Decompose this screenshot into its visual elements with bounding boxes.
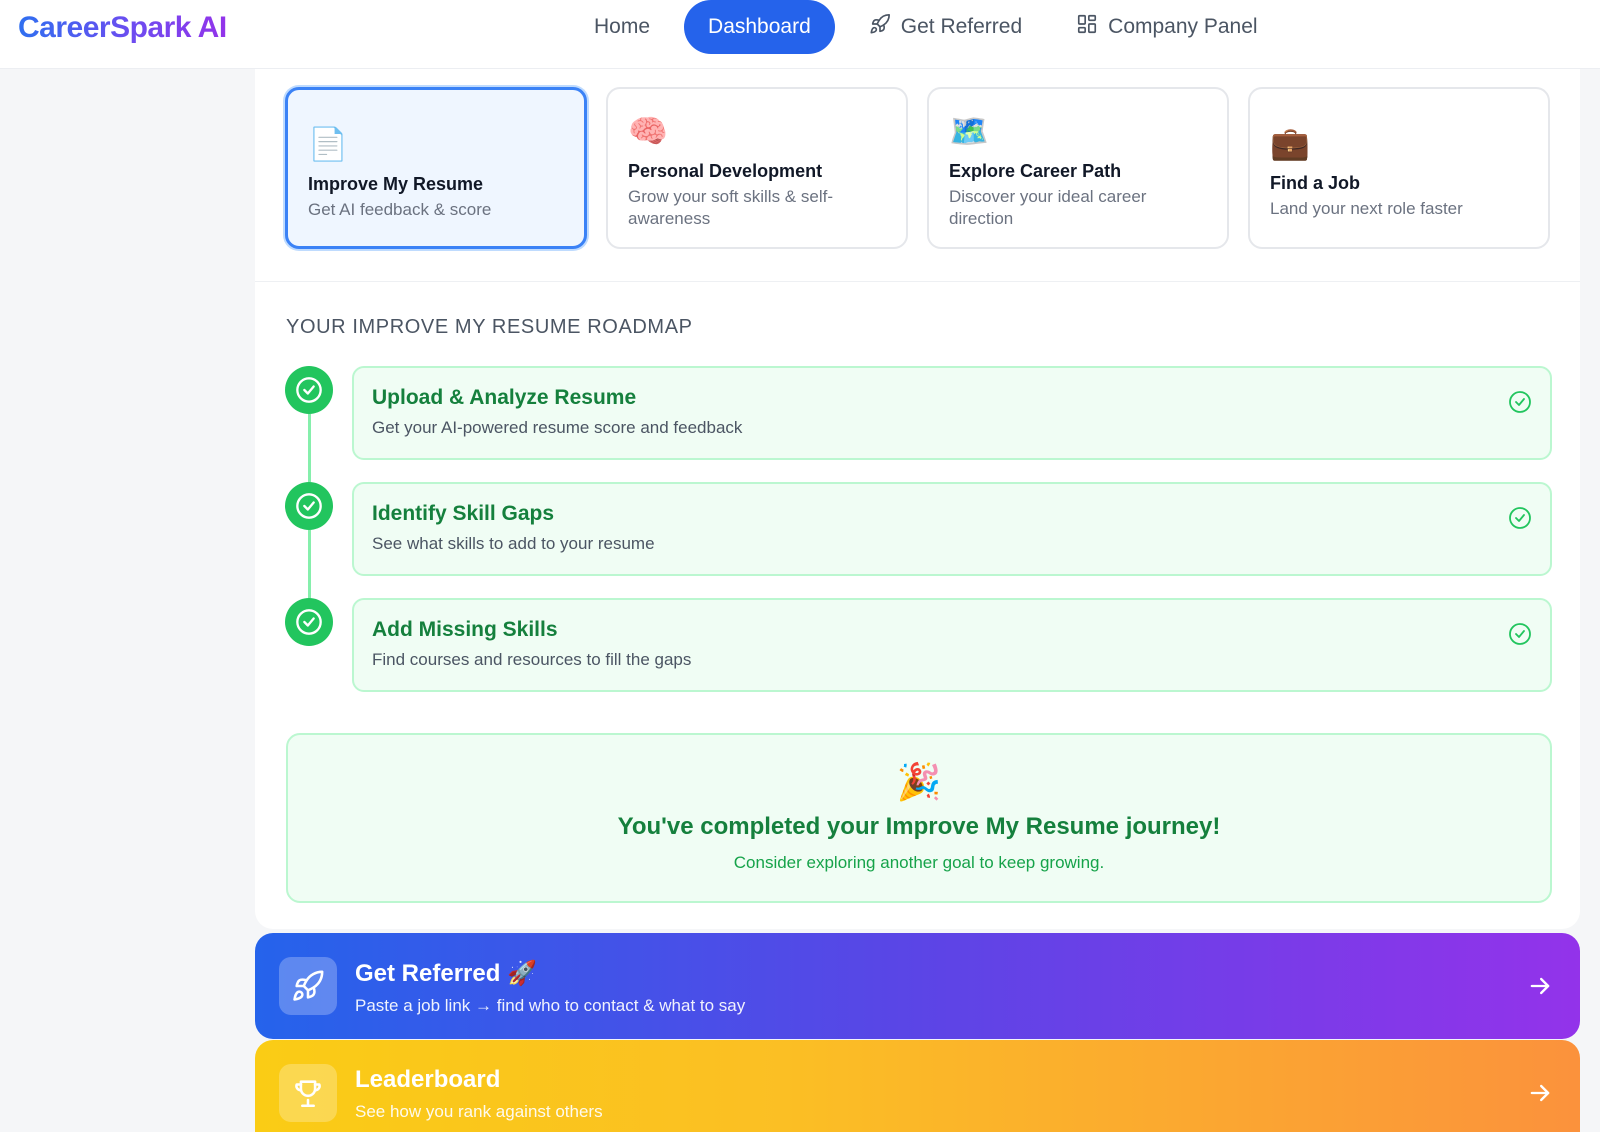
step-1-status-check-icon (285, 366, 333, 414)
completion-subtitle: Consider exploring another goal to keep … (733, 853, 1105, 872)
goal-selector: 📄 Improve My Resume Get AI feedback & sc… (285, 87, 1550, 249)
leaderboard-banner[interactable]: Leaderboard See how you rank against oth… (255, 1040, 1580, 1132)
nav-get-referred[interactable]: Get Referred (845, 0, 1046, 54)
check-circle-icon (1509, 623, 1531, 645)
section-divider (255, 281, 1580, 282)
arrow-right-icon (1530, 977, 1550, 995)
get-referred-banner[interactable]: Get Referred 🚀 Paste a job link → find w… (255, 933, 1580, 1039)
nav-home[interactable]: Home (570, 0, 674, 54)
step-title: Upload & Analyze Resume (372, 386, 637, 409)
goal-card-improve-resume[interactable]: 📄 Improve My Resume Get AI feedback & sc… (285, 87, 587, 249)
banner-title: Leaderboard (355, 1066, 501, 1093)
goal-desc: Discover your ideal career direction (949, 187, 1147, 228)
banner-title: Get Referred 🚀 (355, 960, 537, 987)
completion-title: You've completed your Improve My Resume … (617, 813, 1221, 840)
briefcase-icon: 💼 (1270, 125, 1310, 161)
nav-dashboard[interactable]: Dashboard (684, 0, 835, 54)
banner-text: Leaderboard See how you rank against oth… (355, 1066, 603, 1122)
step-3-status-check-icon (285, 598, 333, 646)
banner-subtitle: See how you rank against others (355, 1102, 603, 1121)
step-desc: See what skills to add to your resume (372, 534, 655, 553)
step-title: Add Missing Skills (372, 618, 558, 641)
roadmap-step-1[interactable]: Upload & Analyze Resume Get your AI-powe… (352, 366, 1552, 460)
goal-card-personal-development[interactable]: 🧠 Personal Development Grow your soft sk… (606, 87, 908, 249)
nav-dashboard-label: Dashboard (708, 15, 811, 38)
step-desc: Find courses and resources to fill the g… (372, 650, 692, 669)
banner-text: Get Referred 🚀 Paste a job link → find w… (355, 959, 745, 1016)
step-title: Identify Skill Gaps (372, 502, 555, 525)
rocket-icon (869, 13, 891, 41)
party-popper-icon: 🎉 (896, 761, 942, 802)
grid-icon (1076, 13, 1098, 41)
goal-desc: Get AI feedback & score (308, 200, 492, 219)
top-navigation-bar: CareerSpark AI Home Dashboard Get Referr… (0, 0, 1600, 69)
nav-get-referred-label: Get Referred (900, 15, 1023, 38)
goal-title: Explore Career Path (949, 161, 1122, 181)
step-2-status-check-icon (285, 482, 333, 530)
dashboard-main-card: 📄 Improve My Resume Get AI feedback & sc… (255, 69, 1580, 929)
nav-company-panel-label: Company Panel (1108, 15, 1258, 38)
roadmap-step-3[interactable]: Add Missing Skills Find courses and reso… (352, 598, 1552, 692)
nav-home-label: Home (594, 15, 651, 38)
main-nav: Home Dashboard Get Referred Company Pane… (570, 0, 1282, 54)
brain-icon: 🧠 (628, 113, 668, 149)
roadmap-title: YOUR IMPROVE MY RESUME ROADMAP (286, 316, 693, 338)
goal-desc: Land your next role faster (1270, 199, 1463, 218)
goal-title: Personal Development (628, 161, 823, 181)
step-desc: Get your AI-powered resume score and fee… (372, 418, 743, 437)
goal-title: Improve My Resume (308, 174, 484, 194)
roadmap-step-2[interactable]: Identify Skill Gaps See what skills to a… (352, 482, 1552, 576)
rocket-icon (279, 957, 337, 1015)
goal-desc: Grow your soft skills & self-awareness (628, 187, 833, 228)
app-logo[interactable]: CareerSpark AI (18, 10, 227, 46)
map-icon: 🗺️ (949, 113, 989, 149)
goal-card-explore-career-path[interactable]: 🗺️ Explore Career Path Discover your ide… (927, 87, 1229, 249)
document-icon: 📄 (308, 126, 348, 162)
journey-complete-message: 🎉 You've completed your Improve My Resum… (286, 733, 1552, 903)
step-connector-line (308, 414, 311, 482)
nav-company-panel[interactable]: Company Panel (1052, 0, 1281, 54)
check-circle-icon (1509, 391, 1531, 413)
trophy-icon (279, 1064, 337, 1122)
check-circle-icon (1509, 507, 1531, 529)
goal-card-find-a-job[interactable]: 💼 Find a Job Land your next role faster (1248, 87, 1550, 249)
banner-subtitle: Paste a job link → find who to contact &… (355, 996, 746, 1015)
step-connector-line (308, 530, 311, 598)
arrow-right-icon (1530, 1084, 1550, 1102)
goal-title: Find a Job (1270, 173, 1360, 193)
